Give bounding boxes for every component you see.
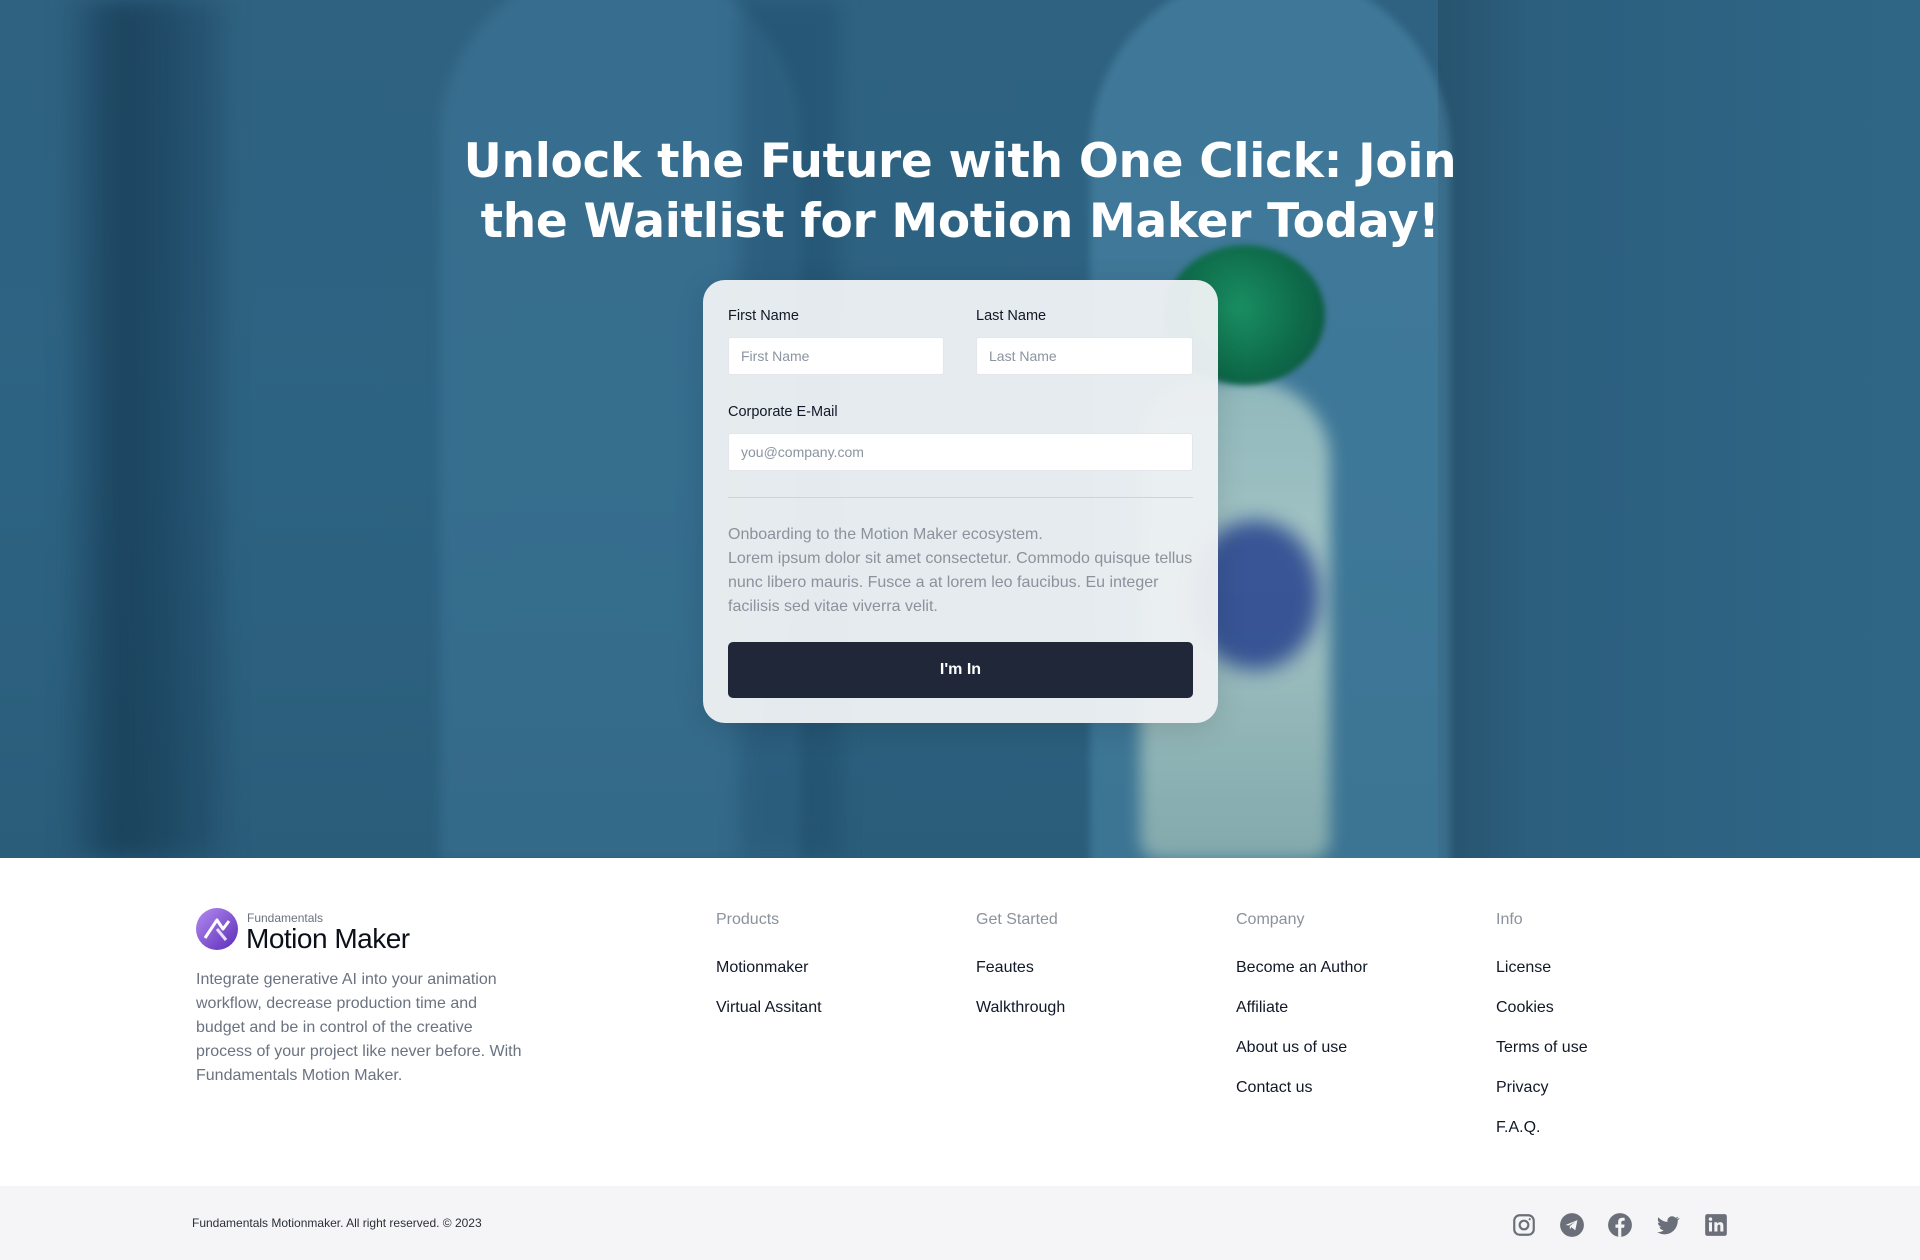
column-title: Company: [1236, 911, 1305, 928]
brand-about: Integrate generative AI into your animat…: [196, 971, 522, 1084]
footer-link-virtual-assistant[interactable]: Virtual Assitant: [716, 996, 946, 1020]
linkedin-icon[interactable]: [1702, 1211, 1730, 1239]
footer-link-features[interactable]: Feautes: [976, 956, 1206, 980]
motion-maker-logo-icon: [196, 908, 238, 950]
last-name-label: Last Name: [976, 308, 1047, 324]
hero-section: Unlock the Future with One Click: Join t…: [0, 0, 1920, 858]
twitter-icon[interactable]: [1654, 1211, 1682, 1239]
footer-link-about-us[interactable]: About us of use: [1236, 1036, 1466, 1060]
first-name-label: First Name: [728, 308, 799, 324]
footer-column-get-started: Get Started Feautes Walkthrough: [976, 908, 1206, 1036]
column-title: Products: [716, 911, 780, 928]
footer-link-privacy[interactable]: Privacy: [1496, 1076, 1726, 1100]
email-input[interactable]: [728, 433, 1193, 471]
last-name-input[interactable]: [976, 337, 1193, 375]
footer-link-contact[interactable]: Contact us: [1236, 1076, 1466, 1100]
footer-column-products: Products Motionmaker Virtual Assitant: [716, 908, 946, 1036]
footer-link-walkthrough[interactable]: Walkthrough: [976, 996, 1206, 1020]
brand-logo[interactable]: Fundamentals Motion Maker: [196, 908, 436, 954]
footer-link-cookies[interactable]: Cookies: [1496, 996, 1726, 1020]
column-title: Info: [1496, 911, 1523, 928]
social-links: [1510, 1211, 1730, 1239]
hero-title: Unlock the Future with One Click: Join t…: [463, 134, 1457, 249]
footer-column-info: Info License Cookies Terms of use Privac…: [1496, 908, 1726, 1156]
email-label: Corporate E-Mail: [728, 404, 838, 420]
footer-link-terms[interactable]: Terms of use: [1496, 1036, 1726, 1060]
waitlist-form: First Name Last Name Corporate E-Mail On…: [703, 280, 1218, 723]
copyright-text: Fundamentals Motionmaker. All right rese…: [192, 1216, 482, 1230]
brand-name: Motion Maker: [246, 923, 410, 954]
form-divider: [728, 497, 1193, 498]
footer-link-faq[interactable]: F.A.Q.: [1496, 1116, 1726, 1140]
footer-link-become-author[interactable]: Become an Author: [1236, 956, 1466, 980]
footer-link-motionmaker[interactable]: Motionmaker: [716, 956, 946, 980]
background-pillar: [60, 0, 190, 858]
submit-button[interactable]: I'm In: [728, 642, 1193, 698]
facebook-icon[interactable]: [1606, 1211, 1634, 1239]
bottom-bar: Fundamentals Motionmaker. All right rese…: [0, 1186, 1920, 1260]
background-pillar: [150, 0, 220, 858]
description-body: Lorem ipsum dolor sit amet consectetur. …: [728, 550, 1193, 615]
footer: Fundamentals Motion Maker Integrate gene…: [0, 858, 1920, 1186]
footer-link-license[interactable]: License: [1496, 956, 1726, 980]
instagram-icon[interactable]: [1510, 1211, 1538, 1239]
footer-column-company: Company Become an Author Affiliate About…: [1236, 908, 1466, 1116]
column-title: Get Started: [976, 911, 1058, 928]
telegram-icon[interactable]: [1558, 1211, 1586, 1239]
footer-link-affiliate[interactable]: Affiliate: [1236, 996, 1466, 1020]
first-name-input[interactable]: [728, 337, 944, 375]
background-wall: [1438, 0, 1920, 858]
description-intro: Onboarding to the Motion Maker ecosystem…: [728, 526, 1043, 543]
form-description: Onboarding to the Motion Maker ecosystem…: [728, 523, 1198, 619]
